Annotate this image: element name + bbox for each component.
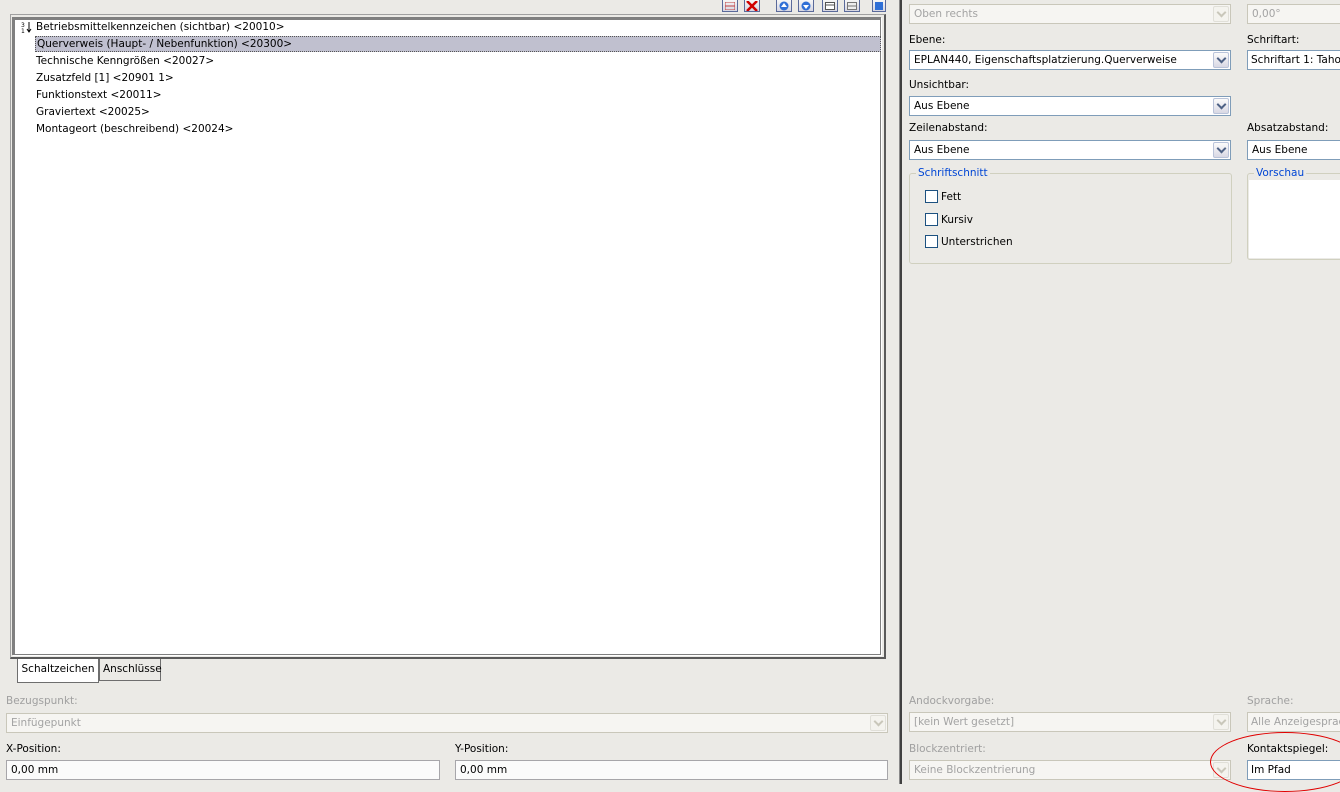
ebene-label: Ebene: [909, 34, 946, 46]
blockzentriert-select[interactable]: Keine Blockzentrierung [909, 760, 1231, 780]
checkbox-icon[interactable] [925, 190, 938, 203]
annotation-ellipse [1210, 732, 1340, 792]
unsichtbar-label: Unsichtbar: [909, 79, 970, 91]
bezugspunkt-label: Bezugspunkt: [6, 695, 78, 707]
zeilenabstand-label: Zeilenabstand: [909, 122, 988, 134]
list-item[interactable]: Zusatzfeld [1] <20901 1> [35, 70, 174, 86]
x-position-label: X-Position: [6, 743, 61, 755]
blockzentriert-label: Blockzentriert: [909, 743, 986, 755]
property-list[interactable]: 31 Betriebsmittelkennzeichen (sichtbar) … [12, 17, 881, 655]
list-item[interactable]: Graviertext <20025> [35, 104, 150, 120]
schriftart-select[interactable]: Schriftart 1: Tahoma [1247, 50, 1340, 70]
unsichtbar-value: Aus Ebene [914, 100, 970, 112]
tab-anschluesse[interactable]: Anschlüsse [99, 659, 162, 681]
vorschau-title: Vorschau [1254, 167, 1307, 179]
unsichtbar-select[interactable]: Aus Ebene [909, 96, 1231, 116]
pane-splitter[interactable] [899, 0, 902, 784]
absatzabstand-select[interactable]: Aus Ebene [1247, 140, 1340, 160]
fett-label: Fett [941, 190, 962, 203]
y-position-value: 0,00 mm [460, 764, 508, 776]
schriftschnitt-title: Schriftschnitt [916, 167, 990, 179]
checkbox-icon[interactable] [925, 235, 938, 248]
chevron-down-icon[interactable] [1213, 52, 1229, 68]
checkbox-icon[interactable] [925, 213, 938, 226]
bezugspunkt-select[interactable]: Einfügepunkt [6, 713, 888, 733]
sprache-select[interactable]: Alle Anzeigesprachen [1247, 712, 1340, 732]
angle-input[interactable]: 0,00° [1247, 4, 1340, 24]
position-select[interactable]: Oben rechts [909, 4, 1231, 24]
unterstrichen-label: Unterstrichen [941, 235, 1013, 248]
y-position-input[interactable]: 0,00 mm [455, 760, 888, 780]
unterstrichen-checkbox[interactable]: Unterstrichen [925, 235, 1013, 248]
position-value: Oben rechts [914, 8, 978, 20]
fett-checkbox[interactable]: Fett [925, 190, 961, 203]
svg-text:1: 1 [21, 28, 25, 33]
y-position-label: Y-Position: [455, 743, 509, 755]
andock-select[interactable]: [kein Wert gesetzt] [909, 712, 1231, 732]
chevron-down-icon[interactable] [870, 715, 886, 731]
window-icon[interactable] [822, 0, 838, 12]
chevron-down-icon[interactable] [1213, 6, 1229, 22]
x-position-input[interactable]: 0,00 mm [6, 760, 440, 780]
zeilenabstand-select[interactable]: Aus Ebene [909, 140, 1231, 160]
angle-value: 0,00° [1252, 8, 1281, 20]
grid-icon[interactable] [722, 0, 738, 12]
bezugspunkt-value: Einfügepunkt [11, 717, 81, 729]
list-item[interactable]: Technische Kenngrößen <20027> [35, 53, 214, 69]
ebene-select[interactable]: EPLAN440, Eigenschaftsplatzierung.Querve… [909, 50, 1231, 70]
ebene-value: EPLAN440, Eigenschaftsplatzierung.Querve… [914, 54, 1177, 66]
list-item-selected[interactable]: Querverweis (Haupt- / Nebenfunktion) <20… [35, 36, 881, 52]
andock-value: [kein Wert gesetzt] [914, 716, 1015, 728]
list-item[interactable]: Funktionstext <20011> [35, 87, 162, 103]
list-item[interactable]: Betriebsmittelkennzeichen (sichtbar) <20… [35, 19, 285, 35]
kursiv-label: Kursiv [941, 213, 973, 226]
sprache-label: Sprache: [1247, 695, 1294, 707]
sprache-value: Alle Anzeigesprachen [1251, 716, 1340, 728]
schriftart-label: Schriftart: [1247, 34, 1300, 46]
sort-icon[interactable]: 31 [21, 21, 33, 35]
andock-label: Andockvorgabe: [909, 695, 995, 707]
blockzentriert-value: Keine Blockzentrierung [914, 764, 1036, 776]
x-position-value: 0,00 mm [11, 764, 59, 776]
preview-area [1249, 180, 1340, 258]
schriftschnitt-group: Schriftschnitt Fett Kursiv Unterstrichen [909, 167, 1232, 264]
kursiv-checkbox[interactable]: Kursiv [925, 213, 973, 226]
chevron-down-icon[interactable] [1213, 142, 1229, 158]
settings-icon[interactable] [872, 0, 886, 12]
window-alt-icon[interactable] [844, 0, 860, 12]
tab-schaltzeichen[interactable]: Schaltzeichen [17, 659, 99, 683]
chevron-down-icon[interactable] [1213, 98, 1229, 114]
absatzabstand-value: Aus Ebene [1252, 144, 1308, 156]
delete-icon[interactable] [744, 0, 760, 12]
list-item[interactable]: Montageort (beschreibend) <20024> [35, 121, 233, 137]
absatzabstand-label: Absatzabstand: [1247, 122, 1329, 134]
chevron-down-icon[interactable] [1213, 714, 1229, 730]
zeilenabstand-value: Aus Ebene [914, 144, 970, 156]
move-up-icon[interactable] [776, 0, 792, 12]
move-down-icon[interactable] [798, 0, 814, 12]
schriftart-value: Schriftart 1: Tahoma [1251, 54, 1340, 66]
